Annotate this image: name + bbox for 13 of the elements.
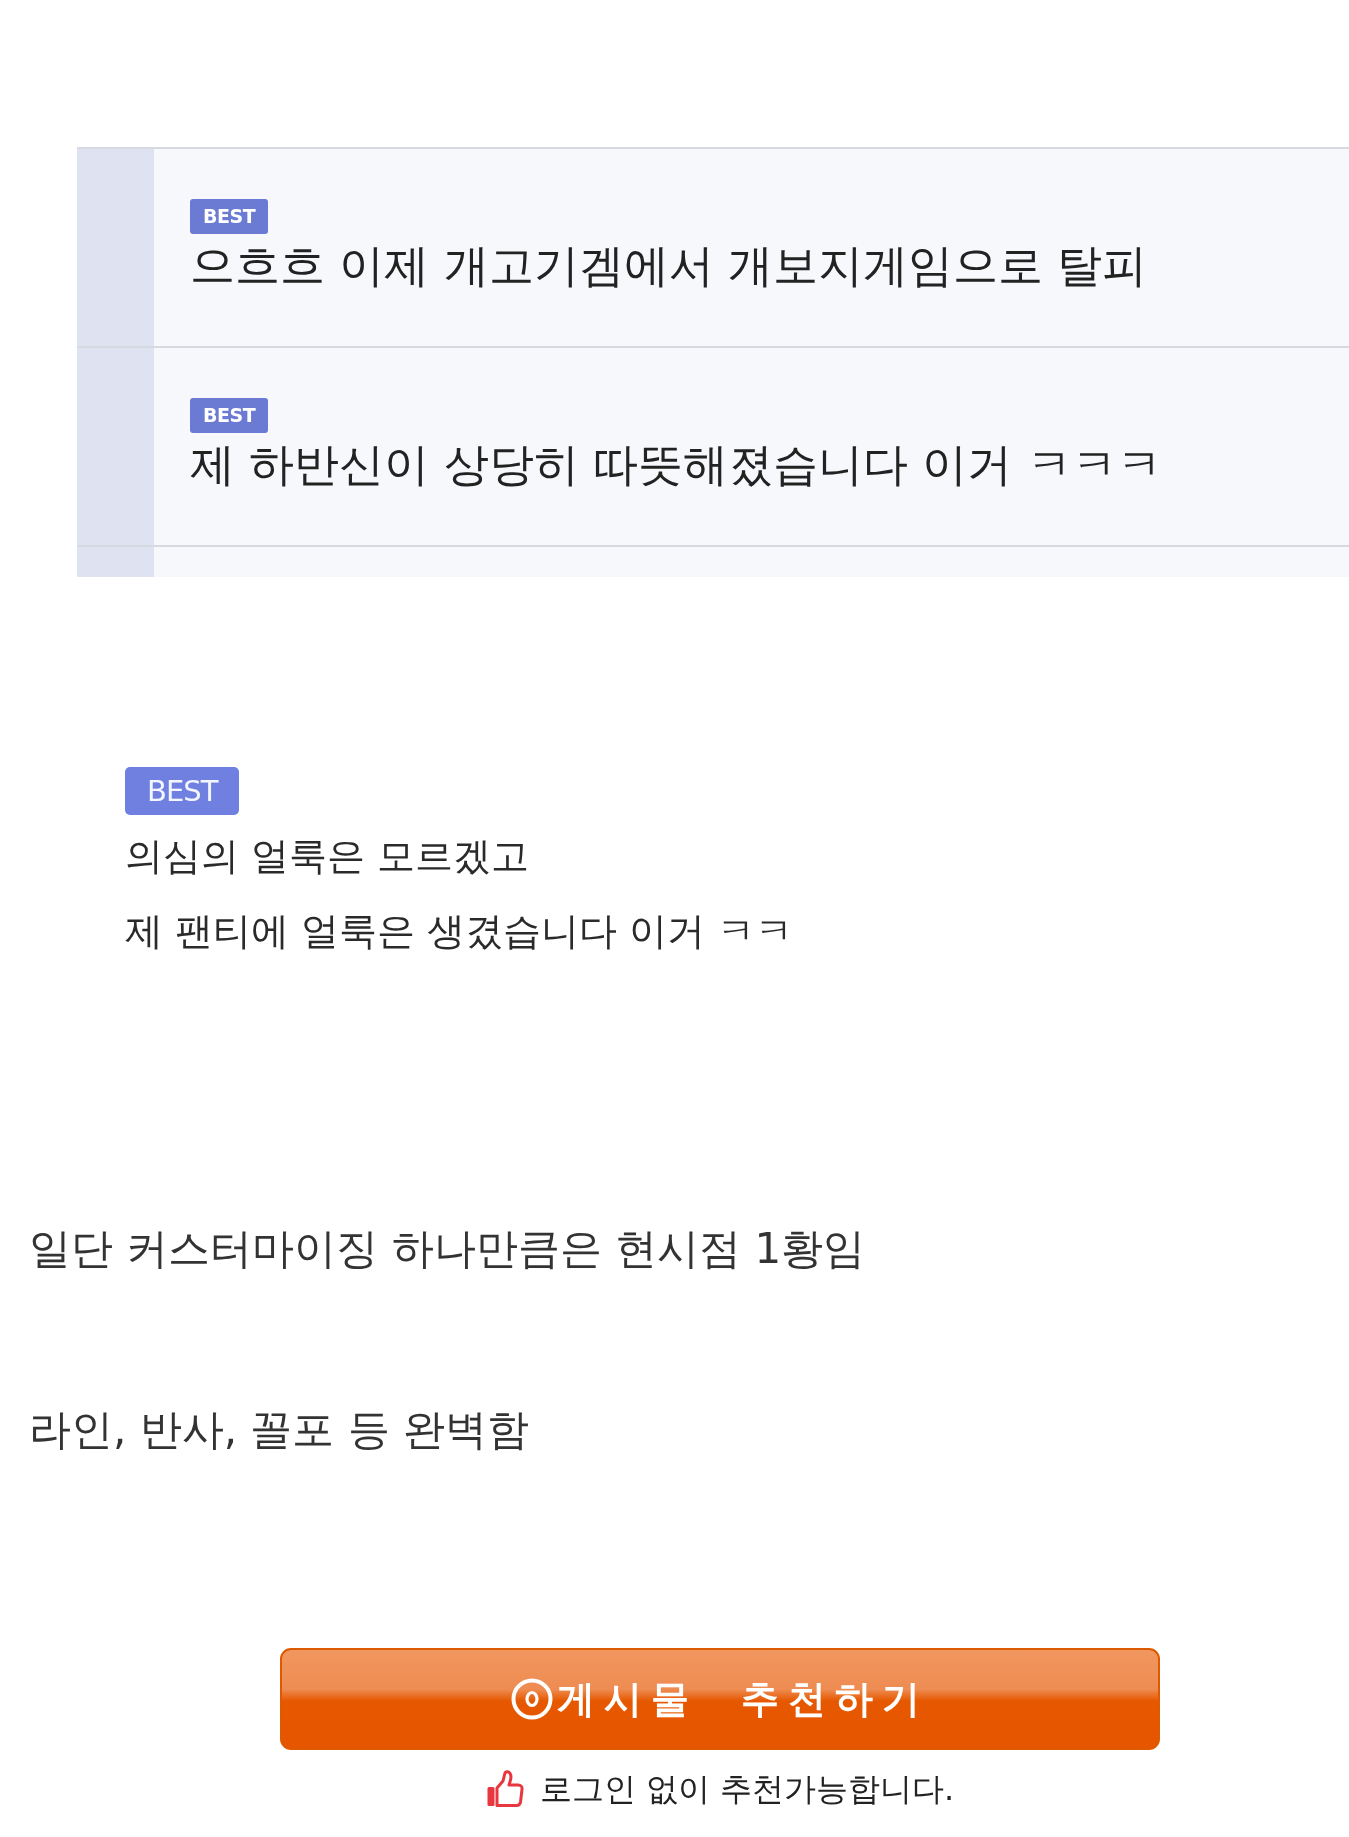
paragraph-text: 일단 커스터마이징 하나만큼은 현시점 1황임: [29, 1223, 866, 1275]
note-text: 로그인 없이 추천가능합니다.: [539, 1769, 955, 1809]
best-badge: BEST: [125, 767, 240, 815]
recommend-button[interactable]: 게시물 추천하기: [280, 1648, 1160, 1750]
ring-icon: [511, 1678, 554, 1720]
best-badge: BEST: [190, 398, 269, 433]
comment-text: 의심의 얼룩은 모르겠고: [125, 833, 530, 880]
comment-text: 제 팬티에 얼룩은 생겼습니다 이거 ㅋㅋ: [125, 908, 794, 955]
paragraph-text: 라인, 반사, 꼴포 등 완벽함: [29, 1404, 530, 1456]
comment-text: 제 하반신이 상당히 따뜻해졌습니다 이거 ㅋㅋㅋ: [190, 438, 1162, 492]
comment-text: 으흐흐 이제 개고기겜에서 개보지게임으로 탈피: [190, 239, 1148, 293]
best-badge: BEST: [190, 199, 269, 234]
thumbs-up-icon: [485, 1770, 524, 1808]
